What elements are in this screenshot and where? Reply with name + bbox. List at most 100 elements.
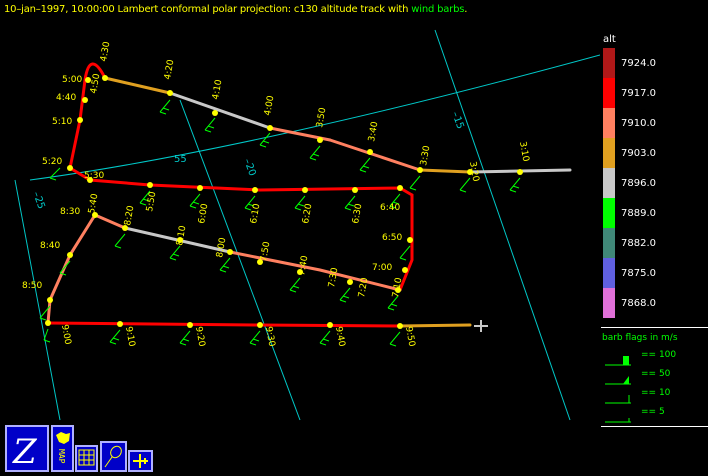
aircraft-button[interactable] <box>128 450 153 472</box>
svg-text:7:10: 7:10 <box>391 277 404 299</box>
svg-text:9:50: 9:50 <box>403 326 416 348</box>
svg-text:4:20: 4:20 <box>163 59 176 81</box>
svg-text:9:40: 9:40 <box>333 326 346 348</box>
svg-text:7:00: 7:00 <box>372 263 392 273</box>
svg-text:8:30: 8:30 <box>60 207 80 217</box>
svg-text:8:50: 8:50 <box>22 281 42 291</box>
svg-text:7:30: 7:30 <box>327 267 340 289</box>
legend-label: 7875.0 <box>621 268 656 279</box>
grid-icon <box>78 449 95 466</box>
svg-text:3:50: 3:50 <box>315 107 328 129</box>
legend-label: 7868.0 <box>621 298 656 309</box>
barb-label: == 10 <box>641 388 671 398</box>
svg-text:9:10: 9:10 <box>123 326 136 348</box>
title-text: 10–jan–1997, 10:00:00 Lambert conformal … <box>4 4 412 15</box>
svg-text:Z: Z <box>12 432 38 470</box>
barb-label: == 100 <box>641 350 677 360</box>
legend-swatch <box>603 228 615 258</box>
map-button[interactable]: MAP <box>51 425 74 472</box>
legend-swatch <box>603 198 615 228</box>
legend-swatch <box>603 48 615 78</box>
svg-text:6:30: 6:30 <box>351 203 364 225</box>
svg-text:6:10: 6:10 <box>249 203 262 225</box>
svg-text:8:20: 8:20 <box>123 205 136 227</box>
legend-swatch <box>603 78 615 108</box>
title-end: . <box>464 4 468 15</box>
legend-row: 7896.0 <box>601 168 708 198</box>
barb-10-icon <box>605 395 631 404</box>
zebra-logo-button[interactable]: Z <box>5 425 49 472</box>
svg-text:7:20: 7:20 <box>357 277 370 299</box>
barb-legend-title: barb flags in m/s <box>602 333 678 343</box>
svg-text:–25: –25 <box>30 190 46 210</box>
track-icon <box>104 445 122 468</box>
legend-label: 7917.0 <box>621 88 656 99</box>
map-canvas[interactable]: 55 –20 –25 –15 4:30 4:20 4:10 4:00 3:50 … <box>0 0 600 476</box>
svg-text:5:30: 5:30 <box>84 171 104 181</box>
title-highlight: wind barbs <box>411 4 465 15</box>
svg-text:3:10: 3:10 <box>517 141 530 163</box>
legend-title: alt <box>603 34 616 45</box>
svg-text:3:40: 3:40 <box>367 121 380 143</box>
barb-legend-5: == 5 <box>601 407 708 426</box>
legend-label: 7924.0 <box>621 58 656 69</box>
barb-divider <box>601 426 708 427</box>
svg-text:9:30: 9:30 <box>263 326 276 348</box>
barb-label: == 5 <box>641 407 665 417</box>
svg-text:8:40: 8:40 <box>40 241 60 251</box>
barb-legend-100: == 100 <box>601 350 708 369</box>
svg-text:3:30: 3:30 <box>419 145 432 167</box>
svg-text:6:40: 6:40 <box>380 203 400 213</box>
legend-row: 7875.0 <box>601 258 708 288</box>
svg-text:5:00: 5:00 <box>62 75 82 85</box>
svg-text:6:50: 6:50 <box>382 233 402 243</box>
map-label: MAP <box>57 449 66 464</box>
svg-text:–20: –20 <box>241 157 257 177</box>
legend-label: 7896.0 <box>621 178 656 189</box>
legend-divider <box>601 327 708 328</box>
legend-row: 7889.0 <box>601 198 708 228</box>
legend-row: 7882.0 <box>601 228 708 258</box>
svg-text:55: 55 <box>174 154 187 165</box>
legend-swatch <box>603 108 615 138</box>
svg-text:5:20: 5:20 <box>42 157 62 167</box>
barb-50-icon <box>605 376 631 385</box>
legend-label: 7882.0 <box>621 238 656 249</box>
svg-text:6:00: 6:00 <box>197 203 210 225</box>
svg-text:5:40: 5:40 <box>87 193 100 215</box>
svg-text:9:20: 9:20 <box>193 326 206 348</box>
legend-swatch <box>603 258 615 288</box>
page-title: 10–jan–1997, 10:00:00 Lambert conformal … <box>4 4 467 15</box>
legend-row: 7903.0 <box>601 138 708 168</box>
track-button[interactable] <box>100 441 127 472</box>
svg-text:5:50: 5:50 <box>145 191 158 213</box>
toolbar: Z MAP <box>0 424 160 476</box>
svg-text:4:40: 4:40 <box>56 93 76 103</box>
legend-swatch <box>603 168 615 198</box>
legend-swatch <box>603 138 615 168</box>
legend-swatch <box>603 288 615 318</box>
svg-text:4:10: 4:10 <box>211 79 224 101</box>
barb-legend-10: == 10 <box>601 388 708 407</box>
svg-text:4:00: 4:00 <box>263 95 276 117</box>
legend-row: 7917.0 <box>601 78 708 108</box>
altitude-legend: alt 7924.0 7917.0 7910.0 7903.0 7896.0 7… <box>601 31 708 331</box>
legend-label: 7903.0 <box>621 148 656 159</box>
legend-label: 7910.0 <box>621 118 656 129</box>
barb-label: == 50 <box>641 369 671 379</box>
svg-text:7:40: 7:40 <box>297 255 310 277</box>
svg-text:6:20: 6:20 <box>301 203 314 225</box>
svg-text:9:00: 9:00 <box>59 324 72 346</box>
grid-button[interactable] <box>75 445 98 472</box>
svg-text:5:10: 5:10 <box>52 117 72 127</box>
svg-text:–15: –15 <box>449 110 465 130</box>
legend-label: 7889.0 <box>621 208 656 219</box>
barb-100-icon <box>605 356 631 366</box>
zebra-logo-icon: Z <box>12 432 38 470</box>
svg-text:4:50: 4:50 <box>89 73 102 95</box>
svg-text:4:30: 4:30 <box>99 41 112 63</box>
barb-5-icon <box>605 418 631 423</box>
legend-row: 7924.0 <box>601 48 708 78</box>
aircraft-tool-icon <box>133 454 148 468</box>
svg-text:8:00: 8:00 <box>215 237 228 259</box>
